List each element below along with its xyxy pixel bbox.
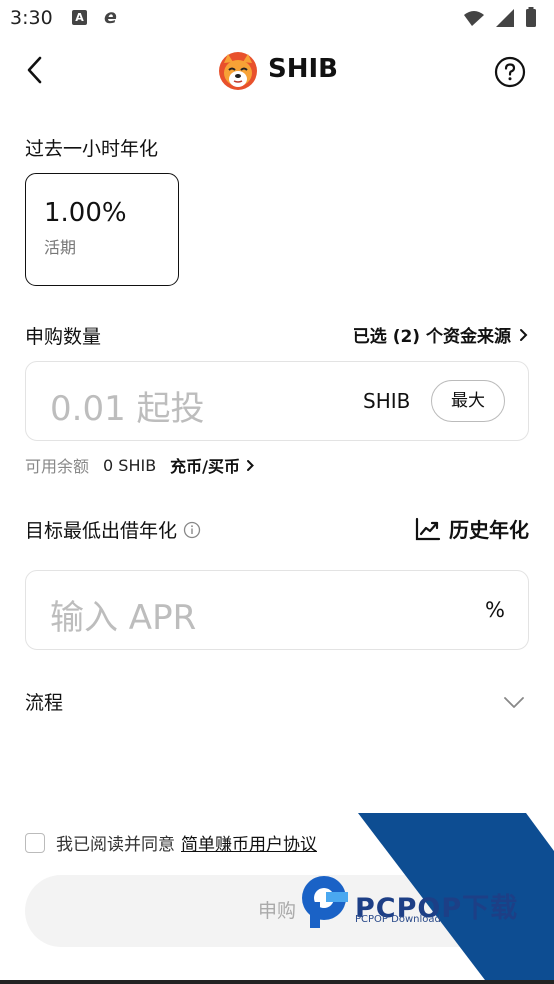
process-label: 流程 — [25, 692, 64, 714]
fund-source-label: 已选 (2) 个资金来源 — [352, 327, 511, 347]
balance-value: 0 SHIB — [103, 455, 157, 475]
info-icon[interactable] — [183, 521, 201, 539]
battery-icon — [526, 9, 536, 27]
fund-source-link[interactable]: 已选 (2) 个资金来源 — [353, 322, 529, 347]
back-arrow-icon[interactable] — [20, 52, 52, 88]
top-app-bar: SHIB — [0, 40, 554, 102]
apr-input-box[interactable]: 输入 APR % — [25, 570, 529, 650]
status-right-icons — [464, 7, 536, 27]
status-time: 3:30 — [10, 7, 53, 29]
apy-section-label: 过去一小时年化 — [25, 138, 159, 160]
help-icon[interactable] — [494, 56, 526, 88]
amount-input[interactable]: 0.01 起投 — [50, 381, 205, 430]
apr-input[interactable]: 输入 APR — [50, 590, 196, 639]
balance-label: 可用余额 — [25, 457, 90, 476]
wifi-icon — [464, 11, 484, 26]
balance-row: 可用余额 0 SHIB 充币/买币 — [25, 453, 255, 477]
target-apr-label-row: 目标最低出借年化 — [25, 516, 201, 543]
apy-type: 活期 — [44, 238, 77, 257]
bottom-edge — [0, 980, 554, 984]
edge-browser-icon: e — [104, 6, 117, 28]
apr-history-label: 历史年化 — [449, 518, 529, 542]
chevron-right-icon — [520, 328, 528, 341]
max-button[interactable]: 最大 — [431, 380, 505, 422]
status-bar: 3:30 A e — [0, 0, 554, 38]
shiba-inu-logo-icon — [219, 52, 257, 90]
amount-input-box[interactable]: 0.01 起投 SHIB 最大 — [25, 361, 529, 441]
signal-icon — [496, 9, 514, 27]
apy-option-card[interactable]: 1.00% 活期 — [25, 173, 179, 286]
page-title: SHIB — [268, 54, 338, 84]
a-notification-icon: A — [72, 10, 87, 25]
watermark-logo-icon — [302, 876, 348, 928]
chevron-right-icon — [247, 459, 254, 471]
apr-unit: % — [485, 598, 505, 622]
apy-value: 1.00% — [44, 198, 127, 228]
trend-chart-icon — [415, 517, 441, 540]
agreement-link[interactable]: 简单赚币用户协议 — [181, 830, 317, 855]
apr-history-link[interactable]: 历史年化 — [415, 514, 529, 543]
deposit-buy-link[interactable]: 充币/买币 — [170, 453, 255, 477]
agreement-row: 我已阅读并同意 简单赚币用户协议 — [25, 830, 317, 855]
agreement-checkbox[interactable] — [25, 832, 45, 853]
amount-unit: SHIB — [363, 389, 411, 413]
target-apr-label: 目标最低出借年化 — [25, 520, 178, 542]
agreement-text: 我已阅读并同意 — [56, 835, 175, 855]
chevron-down-icon[interactable] — [500, 690, 528, 714]
deposit-buy-label: 充币/买币 — [170, 457, 241, 476]
watermark-subtitle: PCPOP Download — [355, 914, 441, 925]
subscription-label: 申购数量 — [25, 326, 102, 348]
